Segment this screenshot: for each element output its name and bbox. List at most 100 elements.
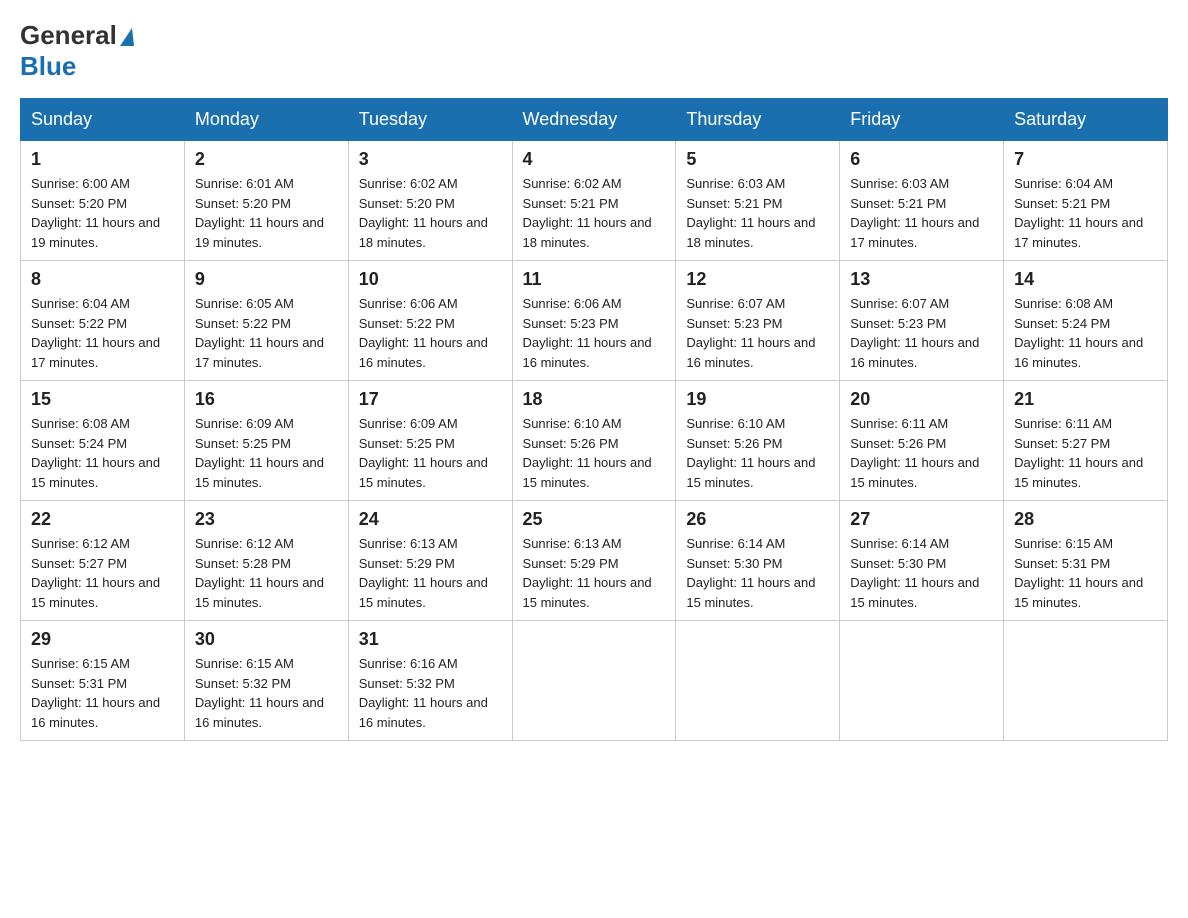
calendar-cell: 27 Sunrise: 6:14 AMSunset: 5:30 PMDayligh…: [840, 501, 1004, 621]
day-header-wednesday: Wednesday: [512, 99, 676, 141]
day-number: 16: [195, 389, 338, 410]
calendar-cell: 18 Sunrise: 6:10 AMSunset: 5:26 PMDayligh…: [512, 381, 676, 501]
calendar-cell: [676, 621, 840, 741]
day-info: Sunrise: 6:16 AMSunset: 5:32 PMDaylight:…: [359, 654, 502, 732]
day-number: 24: [359, 509, 502, 530]
day-header-friday: Friday: [840, 99, 1004, 141]
calendar-cell: 28 Sunrise: 6:15 AMSunset: 5:31 PMDayligh…: [1004, 501, 1168, 621]
day-info: Sunrise: 6:13 AMSunset: 5:29 PMDaylight:…: [359, 534, 502, 612]
day-number: 29: [31, 629, 174, 650]
calendar-cell: 12 Sunrise: 6:07 AMSunset: 5:23 PMDayligh…: [676, 261, 840, 381]
logo-triangle-icon: [120, 28, 134, 46]
week-row-5: 29 Sunrise: 6:15 AMSunset: 5:31 PMDayligh…: [21, 621, 1168, 741]
logo-general: General: [20, 20, 117, 51]
day-number: 25: [523, 509, 666, 530]
day-header-tuesday: Tuesday: [348, 99, 512, 141]
calendar-cell: 9 Sunrise: 6:05 AMSunset: 5:22 PMDaylight…: [184, 261, 348, 381]
day-number: 15: [31, 389, 174, 410]
calendar-cell: 26 Sunrise: 6:14 AMSunset: 5:30 PMDayligh…: [676, 501, 840, 621]
day-info: Sunrise: 6:09 AMSunset: 5:25 PMDaylight:…: [359, 414, 502, 492]
calendar-cell: 23Sunrise: 6:12 AMSunset: 5:28 PMDayligh…: [184, 501, 348, 621]
calendar-cell: 30 Sunrise: 6:15 AMSunset: 5:32 PMDayligh…: [184, 621, 348, 741]
day-number: 19: [686, 389, 829, 410]
week-row-2: 8 Sunrise: 6:04 AMSunset: 5:22 PMDaylight…: [21, 261, 1168, 381]
day-number: 14: [1014, 269, 1157, 290]
week-row-1: 1 Sunrise: 6:00 AMSunset: 5:20 PMDaylight…: [21, 141, 1168, 261]
calendar-cell: 24 Sunrise: 6:13 AMSunset: 5:29 PMDayligh…: [348, 501, 512, 621]
calendar-cell: 14Sunrise: 6:08 AMSunset: 5:24 PMDayligh…: [1004, 261, 1168, 381]
day-info: Sunrise: 6:07 AMSunset: 5:23 PMDaylight:…: [686, 294, 829, 372]
day-number: 18: [523, 389, 666, 410]
calendar-cell: 13Sunrise: 6:07 AMSunset: 5:23 PMDayligh…: [840, 261, 1004, 381]
calendar-cell: [512, 621, 676, 741]
day-number: 30: [195, 629, 338, 650]
day-number: 8: [31, 269, 174, 290]
day-number: 27: [850, 509, 993, 530]
day-header-sunday: Sunday: [21, 99, 185, 141]
day-info: Sunrise: 6:15 AMSunset: 5:31 PMDaylight:…: [31, 654, 174, 732]
day-number: 12: [686, 269, 829, 290]
day-info: Sunrise: 6:02 AMSunset: 5:20 PMDaylight:…: [359, 174, 502, 252]
day-number: 6: [850, 149, 993, 170]
calendar-cell: 2Sunrise: 6:01 AMSunset: 5:20 PMDaylight…: [184, 141, 348, 261]
day-info: Sunrise: 6:10 AMSunset: 5:26 PMDaylight:…: [523, 414, 666, 492]
day-number: 5: [686, 149, 829, 170]
day-info: Sunrise: 6:09 AMSunset: 5:25 PMDaylight:…: [195, 414, 338, 492]
day-number: 28: [1014, 509, 1157, 530]
calendar-cell: 25 Sunrise: 6:13 AMSunset: 5:29 PMDayligh…: [512, 501, 676, 621]
day-info: Sunrise: 6:13 AMSunset: 5:29 PMDaylight:…: [523, 534, 666, 612]
day-info: Sunrise: 6:04 AMSunset: 5:21 PMDaylight:…: [1014, 174, 1157, 252]
calendar-cell: 16 Sunrise: 6:09 AMSunset: 5:25 PMDayligh…: [184, 381, 348, 501]
day-header-thursday: Thursday: [676, 99, 840, 141]
week-row-4: 22 Sunrise: 6:12 AMSunset: 5:27 PMDayligh…: [21, 501, 1168, 621]
calendar-cell: 1 Sunrise: 6:00 AMSunset: 5:20 PMDaylight…: [21, 141, 185, 261]
logo: General Blue: [20, 20, 134, 82]
calendar-cell: 19 Sunrise: 6:10 AMSunset: 5:26 PMDayligh…: [676, 381, 840, 501]
calendar-table: SundayMondayTuesdayWednesdayThursdayFrid…: [20, 98, 1168, 741]
day-info: Sunrise: 6:14 AMSunset: 5:30 PMDaylight:…: [850, 534, 993, 612]
calendar-cell: 17 Sunrise: 6:09 AMSunset: 5:25 PMDayligh…: [348, 381, 512, 501]
day-info: Sunrise: 6:01 AMSunset: 5:20 PMDaylight:…: [195, 174, 338, 252]
day-info: Sunrise: 6:15 AMSunset: 5:31 PMDaylight:…: [1014, 534, 1157, 612]
calendar-cell: 31 Sunrise: 6:16 AMSunset: 5:32 PMDayligh…: [348, 621, 512, 741]
logo-blue: Blue: [20, 51, 76, 81]
calendar-cell: 8 Sunrise: 6:04 AMSunset: 5:22 PMDaylight…: [21, 261, 185, 381]
day-number: 11: [523, 269, 666, 290]
day-info: Sunrise: 6:00 AMSunset: 5:20 PMDaylight:…: [31, 174, 174, 252]
calendar-cell: 4 Sunrise: 6:02 AMSunset: 5:21 PMDaylight…: [512, 141, 676, 261]
day-number: 26: [686, 509, 829, 530]
calendar-cell: [840, 621, 1004, 741]
day-header-monday: Monday: [184, 99, 348, 141]
calendar-cell: 11 Sunrise: 6:06 AMSunset: 5:23 PMDayligh…: [512, 261, 676, 381]
day-info: Sunrise: 6:12 AMSunset: 5:27 PMDaylight:…: [31, 534, 174, 612]
day-info: Sunrise: 6:15 AMSunset: 5:32 PMDaylight:…: [195, 654, 338, 732]
day-info: Sunrise: 6:03 AMSunset: 5:21 PMDaylight:…: [850, 174, 993, 252]
day-number: 21: [1014, 389, 1157, 410]
day-number: 17: [359, 389, 502, 410]
day-number: 7: [1014, 149, 1157, 170]
day-info: Sunrise: 6:02 AMSunset: 5:21 PMDaylight:…: [523, 174, 666, 252]
calendar-cell: 3Sunrise: 6:02 AMSunset: 5:20 PMDaylight…: [348, 141, 512, 261]
calendar-cell: 21 Sunrise: 6:11 AMSunset: 5:27 PMDayligh…: [1004, 381, 1168, 501]
day-number: 4: [523, 149, 666, 170]
day-info: Sunrise: 6:11 AMSunset: 5:27 PMDaylight:…: [1014, 414, 1157, 492]
page-header: General Blue: [20, 20, 1168, 82]
day-info: Sunrise: 6:06 AMSunset: 5:23 PMDaylight:…: [523, 294, 666, 372]
day-number: 1: [31, 149, 174, 170]
day-number: 9: [195, 269, 338, 290]
day-number: 20: [850, 389, 993, 410]
day-number: 13: [850, 269, 993, 290]
calendar-cell: 29 Sunrise: 6:15 AMSunset: 5:31 PMDayligh…: [21, 621, 185, 741]
calendar-cell: 22 Sunrise: 6:12 AMSunset: 5:27 PMDayligh…: [21, 501, 185, 621]
day-info: Sunrise: 6:14 AMSunset: 5:30 PMDaylight:…: [686, 534, 829, 612]
day-number: 10: [359, 269, 502, 290]
day-number: 31: [359, 629, 502, 650]
day-info: Sunrise: 6:11 AMSunset: 5:26 PMDaylight:…: [850, 414, 993, 492]
day-info: Sunrise: 6:05 AMSunset: 5:22 PMDaylight:…: [195, 294, 338, 372]
day-info: Sunrise: 6:04 AMSunset: 5:22 PMDaylight:…: [31, 294, 174, 372]
calendar-cell: 6 Sunrise: 6:03 AMSunset: 5:21 PMDaylight…: [840, 141, 1004, 261]
day-header-saturday: Saturday: [1004, 99, 1168, 141]
day-number: 22: [31, 509, 174, 530]
day-info: Sunrise: 6:12 AMSunset: 5:28 PMDaylight:…: [195, 534, 338, 612]
day-info: Sunrise: 6:10 AMSunset: 5:26 PMDaylight:…: [686, 414, 829, 492]
